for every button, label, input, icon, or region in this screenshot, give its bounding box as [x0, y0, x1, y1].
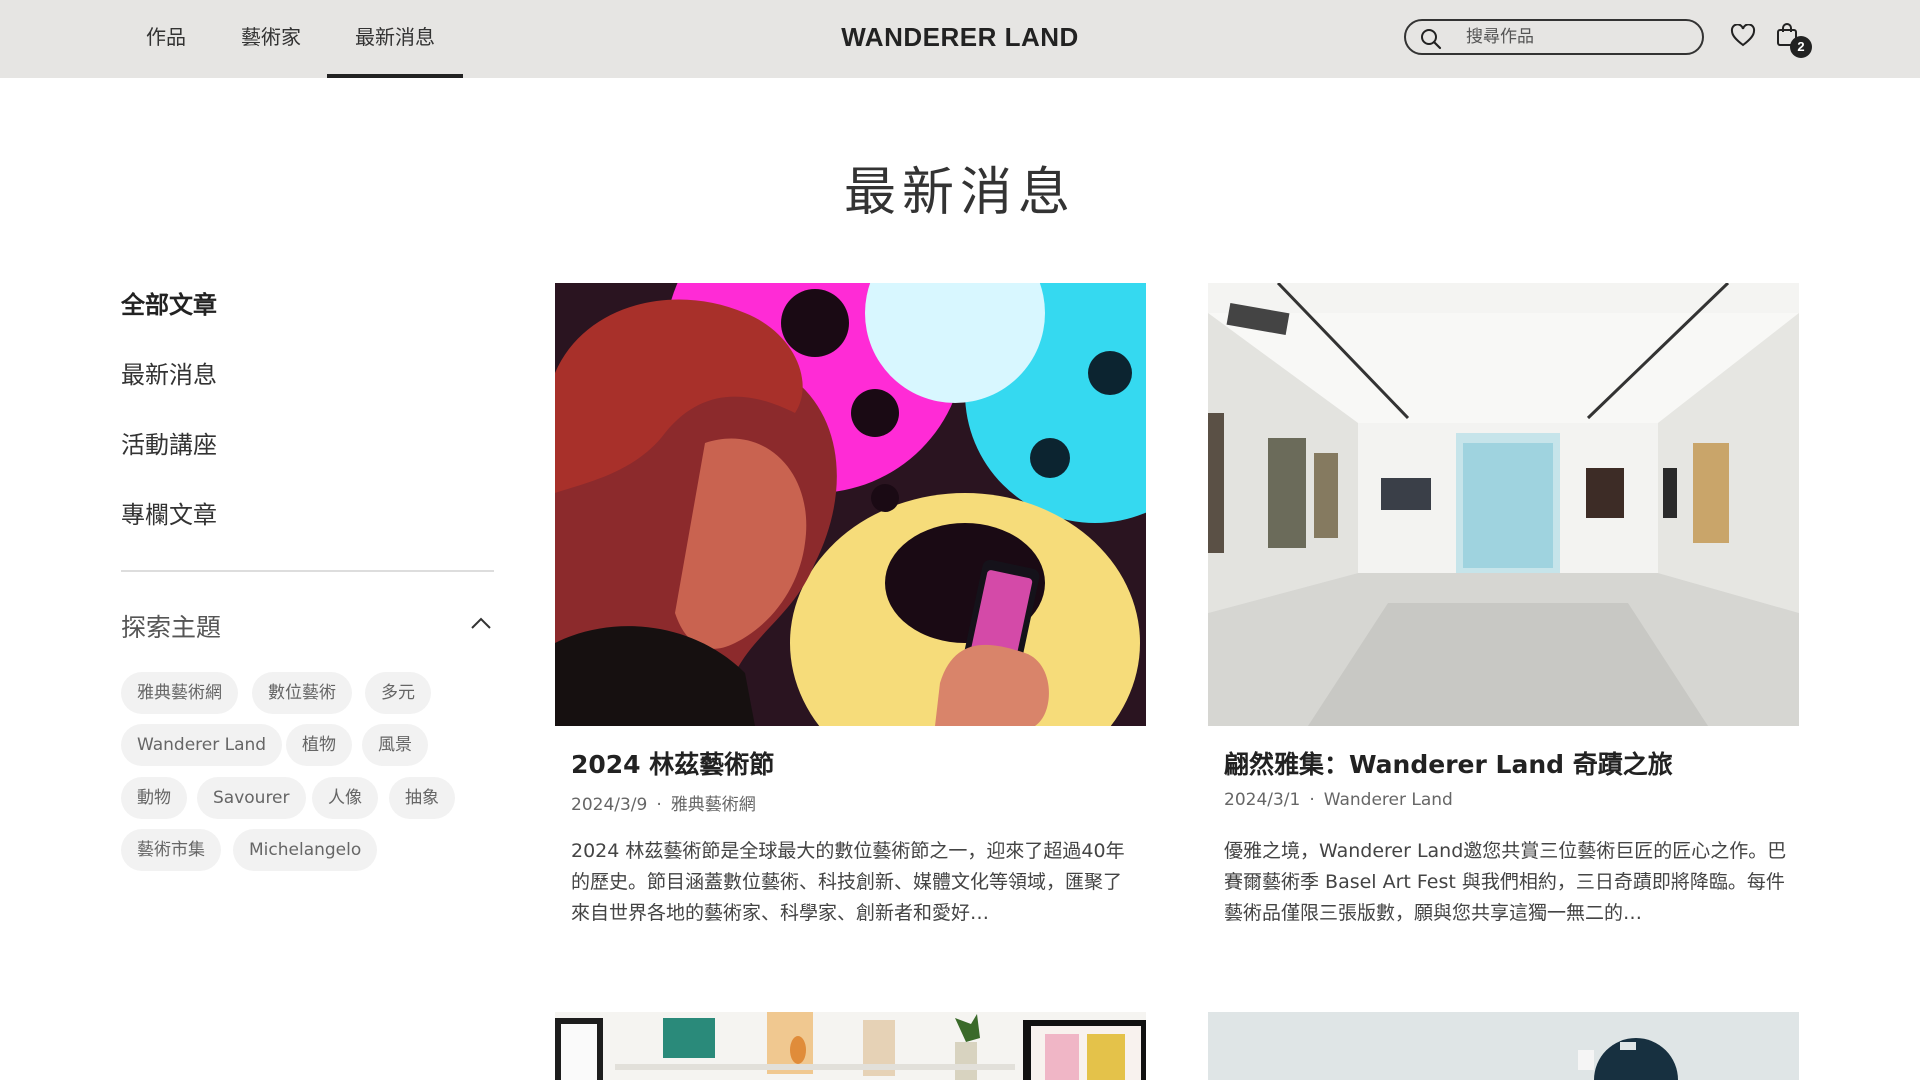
topic-tag[interactable]: 抽象: [389, 777, 455, 819]
nav-item-news[interactable]: 最新消息: [350, 0, 440, 75]
topic-tag[interactable]: 人像: [312, 777, 378, 819]
article-meta: 2024/3/9 · 雅典藝術網: [571, 790, 756, 815]
search-input[interactable]: [1466, 26, 1686, 48]
nav-item-artists[interactable]: 藝術家: [236, 0, 306, 75]
article-title[interactable]: 翩然雅集：Wanderer Land 奇蹟之旅: [1224, 745, 1673, 781]
category-all-articles[interactable]: 全部文章: [121, 285, 217, 320]
explore-topics-heading: 探索主題: [121, 613, 222, 642]
sidebar-divider: [121, 570, 494, 572]
article-source: Wanderer Land: [1323, 790, 1453, 810]
meta-separator: ·: [1309, 790, 1315, 810]
article-title[interactable]: 2024 林茲藝術節: [571, 745, 774, 781]
article-image-gallery[interactable]: [1208, 283, 1799, 726]
topic-tag[interactable]: 雅典藝術網: [121, 672, 238, 714]
article-date: 2024/3/1: [1224, 790, 1301, 810]
nav-item-works[interactable]: 作品: [140, 0, 192, 75]
topic-tag[interactable]: 藝術市集: [121, 829, 221, 871]
topic-tag[interactable]: 動物: [121, 777, 187, 819]
article-excerpt: 2024 林茲藝術節是全球最大的數位藝術節之一，迎來了超過40年的歷史。節目涵蓋…: [571, 840, 1125, 924]
article-meta: 2024/3/1 · Wanderer Land: [1224, 790, 1453, 810]
topic-tag[interactable]: Savourer: [197, 777, 306, 819]
site-logo[interactable]: WANDERER LAND: [780, 0, 1140, 75]
topic-tag[interactable]: Wanderer Land: [121, 724, 283, 766]
article-excerpt: 優雅之境，Wanderer Land邀您共賞三位藝術巨匠的匠心之作。巴賽爾藝術季…: [1224, 840, 1787, 924]
cart-count-badge: 2: [1790, 36, 1812, 58]
search-icon: [1421, 29, 1442, 50]
article-source: 雅典藝術網: [670, 795, 756, 815]
top-navigation-bar: 作品 藝術家 最新消息 WANDERER LAND 2: [0, 0, 1920, 78]
category-columns[interactable]: 專欄文章: [121, 495, 217, 530]
topic-tag[interactable]: 數位藝術: [252, 672, 352, 714]
article-image-next-right[interactable]: [1208, 1012, 1799, 1080]
chevron-up-icon[interactable]: [470, 616, 492, 630]
heart-icon[interactable]: [1730, 24, 1756, 48]
topic-tag[interactable]: 多元: [365, 672, 431, 714]
search-box[interactable]: [1404, 19, 1704, 55]
page-title: 最新消息: [843, 163, 1076, 223]
category-news[interactable]: 最新消息: [121, 355, 217, 390]
article-image-next-left[interactable]: [555, 1012, 1146, 1080]
topic-tag[interactable]: 植物: [286, 724, 352, 766]
meta-separator: ·: [656, 795, 662, 815]
active-nav-indicator: [327, 74, 463, 78]
topic-tag[interactable]: Michelangelo: [233, 829, 378, 871]
article-image-festival[interactable]: [555, 283, 1146, 726]
category-events[interactable]: 活動講座: [121, 425, 217, 460]
article-date: 2024/3/9: [571, 795, 648, 815]
topic-tag[interactable]: 風景: [362, 724, 428, 766]
